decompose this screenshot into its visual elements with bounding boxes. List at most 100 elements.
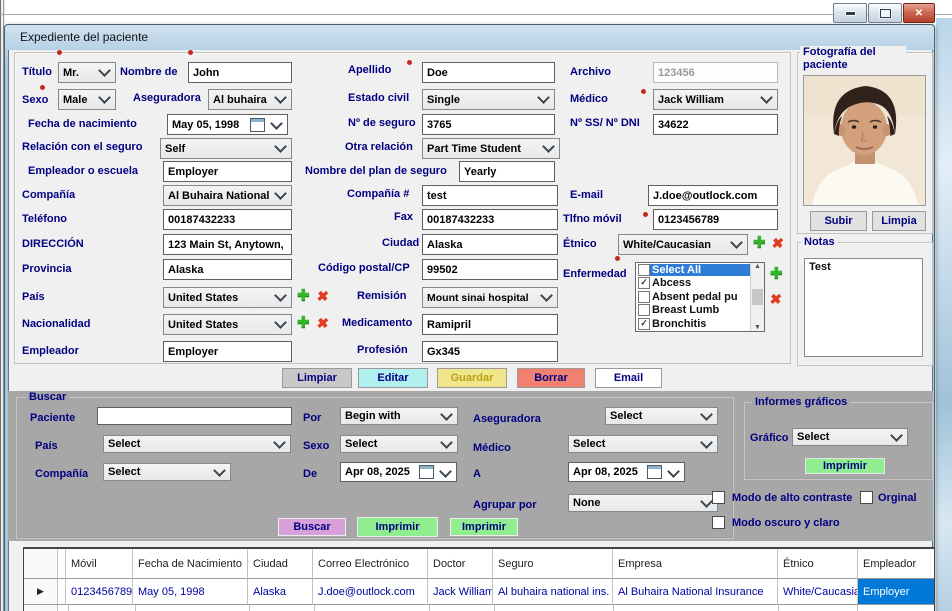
apellido-input[interactable]: Doe <box>422 62 555 83</box>
disease-item[interactable]: ✓Bronchitis <box>636 317 750 331</box>
search-medico-dropdown[interactable]: Select <box>568 435 718 453</box>
grid-cell-correo[interactable]: J.doe@outlock.com <box>313 579 428 605</box>
checkbox-icon[interactable] <box>638 304 650 316</box>
limpia-button[interactable]: Limpia <box>872 211 926 231</box>
grid-header-doctor[interactable]: Doctor <box>428 549 493 579</box>
search-por-dropdown[interactable]: Begin with <box>340 407 458 425</box>
telefono-input[interactable]: 00187432233 <box>163 209 292 230</box>
pais-dropdown[interactable]: United States <box>163 287 292 308</box>
estado-civil-dropdown[interactable]: Single <box>422 89 555 110</box>
grid-cell-empleador[interactable]: Employer <box>858 579 934 605</box>
guardar-button[interactable]: Guardar <box>437 368 507 388</box>
remision-dropdown[interactable]: Mount sinai hospital <box>422 287 558 308</box>
titlebar[interactable]: Expediente del paciente <box>6 25 931 49</box>
disease-item[interactable]: Select All <box>636 263 750 277</box>
grid-cell-fecha[interactable]: May 05, 1998 <box>133 579 248 605</box>
checkbox-icon[interactable] <box>638 264 650 276</box>
checkbox-icon[interactable]: ✓ <box>638 277 650 289</box>
disease-item[interactable]: Breast Lumb <box>636 304 750 318</box>
aseguradora-dropdown[interactable]: Al buhaira <box>208 89 292 110</box>
minimize-button[interactable] <box>833 3 867 23</box>
num-ss-input[interactable]: 34622 <box>653 114 778 135</box>
close-button[interactable]: ✕ <box>903 3 935 23</box>
profesion-input[interactable]: Gx345 <box>422 341 558 362</box>
nacionalidad-dropdown[interactable]: United States <box>163 314 292 335</box>
search-agrupar-dropdown[interactable]: None <box>568 494 718 512</box>
tlfno-movil-input[interactable]: 0123456789 <box>653 209 778 230</box>
disease-listbox[interactable]: Select All✓AbcessAbsent pedal puBreast L… <box>635 262 765 332</box>
checkbox-icon[interactable] <box>638 291 650 303</box>
num-seguro-input[interactable]: 3765 <box>422 114 555 135</box>
compania-num-input[interactable]: test <box>422 185 558 206</box>
search-sexo-dropdown[interactable]: Select <box>340 435 458 453</box>
provincia-input[interactable]: Alaska <box>163 259 292 280</box>
search-a-datepicker[interactable]: Apr 08, 2025 <box>568 462 685 482</box>
grafico-dropdown[interactable]: Select <box>792 428 908 446</box>
search-paciente-input[interactable] <box>97 407 292 425</box>
fecha-nacimiento-datepicker[interactable]: May 05, 1998 <box>167 114 288 135</box>
empleador-input[interactable]: Employer <box>163 341 292 362</box>
plan-seguro-input[interactable]: Yearly <box>459 161 555 182</box>
grid-data-row[interactable]: ▶ 0123456789 May 05, 1998 Alaska J.doe@o… <box>24 579 934 605</box>
grid-header-seguro[interactable]: Seguro <box>493 549 613 579</box>
limpiar-button[interactable]: Limpiar <box>282 368 352 388</box>
nacionalidad-delete-icon[interactable]: ✖ <box>316 316 330 330</box>
search-aseguradora-dropdown[interactable]: Select <box>605 407 718 425</box>
subir-button[interactable]: Subir <box>810 211 867 231</box>
empleador-escuela-input[interactable]: Employer <box>163 161 292 182</box>
compania-dropdown[interactable]: Al Buhaira National <box>163 185 292 206</box>
codigo-postal-input[interactable]: 99502 <box>422 259 558 280</box>
otra-relacion-dropdown[interactable]: Part Time Student <box>422 138 560 159</box>
imprimir-button-1[interactable]: Imprimir <box>357 517 438 537</box>
grid-header-fecha[interactable]: Fecha de Nacimiento <box>133 549 248 579</box>
pais-delete-icon[interactable]: ✖ <box>316 289 330 303</box>
email-button[interactable]: Email <box>595 368 662 388</box>
borrar-button[interactable]: Borrar <box>517 368 585 388</box>
scroll-thumb[interactable] <box>752 289 763 305</box>
grid-cell-movil[interactable]: 0123456789 <box>66 579 133 605</box>
dark-light-checkbox[interactable] <box>712 516 725 529</box>
imprimir-button-2[interactable]: Imprimir <box>450 518 518 536</box>
grid-header-movil[interactable]: Móvil <box>66 549 133 579</box>
row-selector-icon[interactable]: ▶ <box>24 579 58 605</box>
grid-header-etnico[interactable]: Étnico <box>778 549 858 579</box>
checkbox-icon[interactable]: ✓ <box>638 318 650 330</box>
search-de-datepicker[interactable]: Apr 08, 2025 <box>340 462 457 482</box>
grid-cell-ciudad[interactable]: Alaska <box>248 579 313 605</box>
grid-cell-empresa[interactable]: Al Buhaira National Insurance <box>613 579 778 605</box>
etnico-delete-icon[interactable]: ✖ <box>771 236 785 250</box>
nombre-input[interactable]: John <box>188 62 292 83</box>
listbox-scrollbar[interactable]: ▲ ▼ <box>750 263 764 331</box>
high-contrast-checkbox[interactable] <box>712 491 725 504</box>
grid-header-correo[interactable]: Correo Electrónico <box>313 549 428 579</box>
disease-item[interactable]: ✓Abcess <box>636 277 750 291</box>
search-compania-dropdown[interactable]: Select <box>103 463 231 481</box>
search-pais-dropdown[interactable]: Select <box>103 435 291 453</box>
disease-delete-icon[interactable]: ✖ <box>769 292 783 306</box>
sexo-dropdown[interactable]: Male <box>58 89 116 110</box>
nacionalidad-add-icon[interactable]: ✚ <box>297 315 310 330</box>
ciudad-input[interactable]: Alaska <box>422 234 558 255</box>
grid-cell-seguro[interactable]: Al buhaira national ins. <box>493 579 613 605</box>
scroll-down-icon[interactable]: ▼ <box>754 324 761 331</box>
scroll-up-icon[interactable]: ▲ <box>754 263 761 270</box>
notes-textarea[interactable]: Test <box>804 258 923 357</box>
pais-add-icon[interactable]: ✚ <box>297 288 310 303</box>
grid-header-empleador[interactable]: Empleador <box>858 549 934 579</box>
grid-corner-cell[interactable] <box>24 549 58 579</box>
buscar-button[interactable]: Buscar <box>278 518 346 536</box>
grid-cell-doctor[interactable]: Jack William <box>428 579 493 605</box>
reports-imprimir-button[interactable]: Imprimir <box>805 458 885 474</box>
original-checkbox[interactable] <box>860 491 873 504</box>
relacion-seguro-dropdown[interactable]: Self <box>160 138 292 159</box>
grid-header-ciudad[interactable]: Ciudad <box>248 549 313 579</box>
email-input[interactable]: J.doe@outlock.com <box>648 185 778 206</box>
disease-add-icon[interactable]: ✚ <box>770 266 783 281</box>
medicamento-input[interactable]: Ramipril <box>422 314 558 335</box>
titulo-dropdown[interactable]: Mr. <box>58 62 116 83</box>
editar-button[interactable]: Editar <box>358 368 428 388</box>
etnico-add-icon[interactable]: ✚ <box>753 235 766 250</box>
maximize-button[interactable] <box>868 3 902 23</box>
grid-header-empresa[interactable]: Empresa <box>613 549 778 579</box>
grid-cell-etnico[interactable]: White/Caucasian <box>778 579 858 605</box>
